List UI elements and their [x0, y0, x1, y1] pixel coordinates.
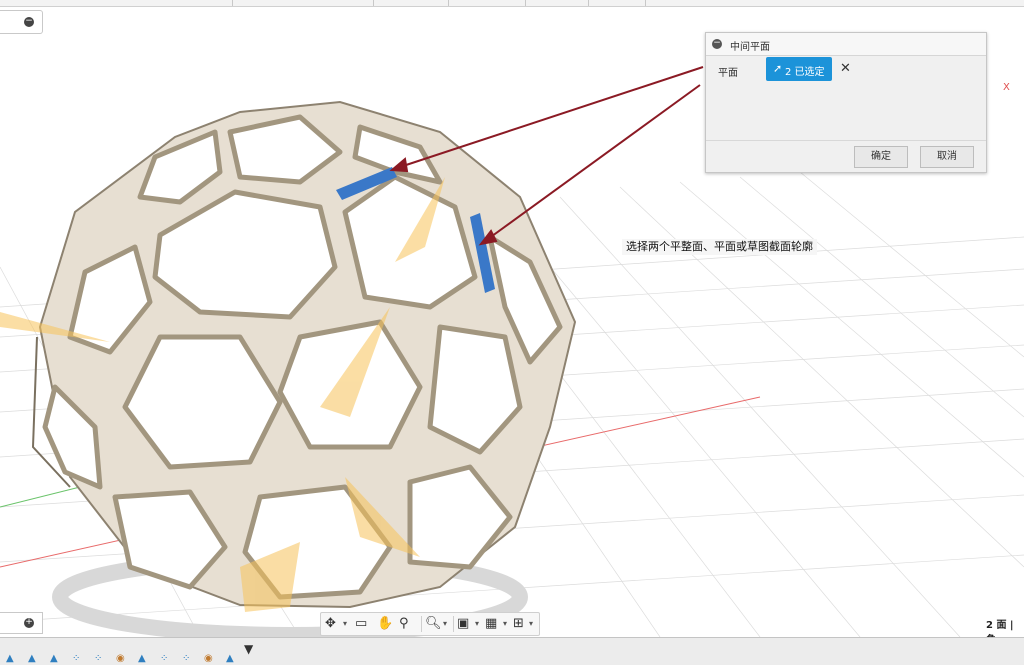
frame-sphere-body[interactable]: [31, 100, 577, 609]
body-icon[interactable]: ▲: [28, 653, 36, 664]
dialog-header[interactable]: − 中间平面: [706, 33, 986, 56]
body-icon[interactable]: ◉: [116, 653, 125, 664]
chevron-down-icon[interactable]: ▾: [443, 619, 447, 628]
pattern-icon[interactable]: ⁘: [182, 653, 190, 664]
dialog-divider: [706, 140, 986, 141]
chevron-down-icon[interactable]: ▾: [529, 619, 533, 628]
cancel-button[interactable]: 取消: [920, 146, 974, 168]
chevron-down-icon[interactable]: ▾: [503, 619, 507, 628]
pattern-icon[interactable]: ⁘: [94, 653, 102, 664]
comments-panel-tab[interactable]: +: [0, 612, 43, 634]
collapse-icon[interactable]: +: [24, 618, 34, 628]
chevron-down-icon[interactable]: ▾: [343, 619, 347, 628]
plane-field-label: 平面: [718, 68, 738, 79]
ok-button[interactable]: 确定: [854, 146, 908, 168]
pan-icon[interactable]: ✋: [377, 616, 393, 631]
body-icon[interactable]: ▲: [138, 653, 146, 664]
body-icon[interactable]: ◉: [204, 653, 213, 664]
selection-tooltip: 选择两个平整面、平面或草图截面轮廓: [622, 239, 817, 255]
dialog-title: 中间平面: [730, 42, 770, 53]
zoom-icon[interactable]: ⚲: [399, 616, 409, 631]
chevron-down-icon[interactable]: ▾: [475, 619, 479, 628]
collapse-icon[interactable]: −: [712, 39, 722, 49]
clear-selection-icon[interactable]: ✕: [840, 61, 851, 76]
look-at-icon[interactable]: ▭: [355, 616, 367, 631]
fit-icon[interactable]: 🔍︎: [425, 616, 442, 631]
top-toolbar: [0, 0, 1024, 7]
pattern-icon[interactable]: ⁘: [160, 653, 168, 664]
timeline-marker-icon[interactable]: ▼: [244, 642, 253, 656]
viewcube-x-label[interactable]: X: [1003, 82, 1010, 93]
cursor-select-icon: ➚: [773, 62, 783, 75]
pattern-icon[interactable]: ⁘: [72, 653, 80, 664]
collapse-icon[interactable]: −: [24, 17, 34, 27]
midplane-dialog: − 中间平面 平面 确定 取消: [705, 32, 987, 173]
browser-panel-tab[interactable]: −: [0, 10, 43, 34]
selection-count: 2 已选定: [785, 67, 825, 78]
viewports-icon[interactable]: ⊞: [513, 616, 524, 631]
body-icon[interactable]: ▲: [226, 653, 234, 664]
body-icon[interactable]: ▲: [6, 653, 14, 664]
orbit-icon[interactable]: ✥: [325, 616, 336, 631]
plane-selection-button[interactable]: ➚ 2 已选定: [766, 57, 832, 81]
timeline-bar: ▲ ▲ ▲ ⁘ ⁘ ◉ ▲ ⁘ ⁘ ◉ ▲ ▼: [0, 637, 1024, 665]
body-icon[interactable]: ▲: [50, 653, 58, 664]
grid-icon[interactable]: ▦: [485, 616, 497, 631]
navigation-bar: ✥ ▾ ▭ ✋ ⚲ 🔍︎ ▾ ▣ ▾ ▦ ▾ ⊞ ▾: [320, 612, 540, 636]
display-icon[interactable]: ▣: [457, 616, 469, 631]
